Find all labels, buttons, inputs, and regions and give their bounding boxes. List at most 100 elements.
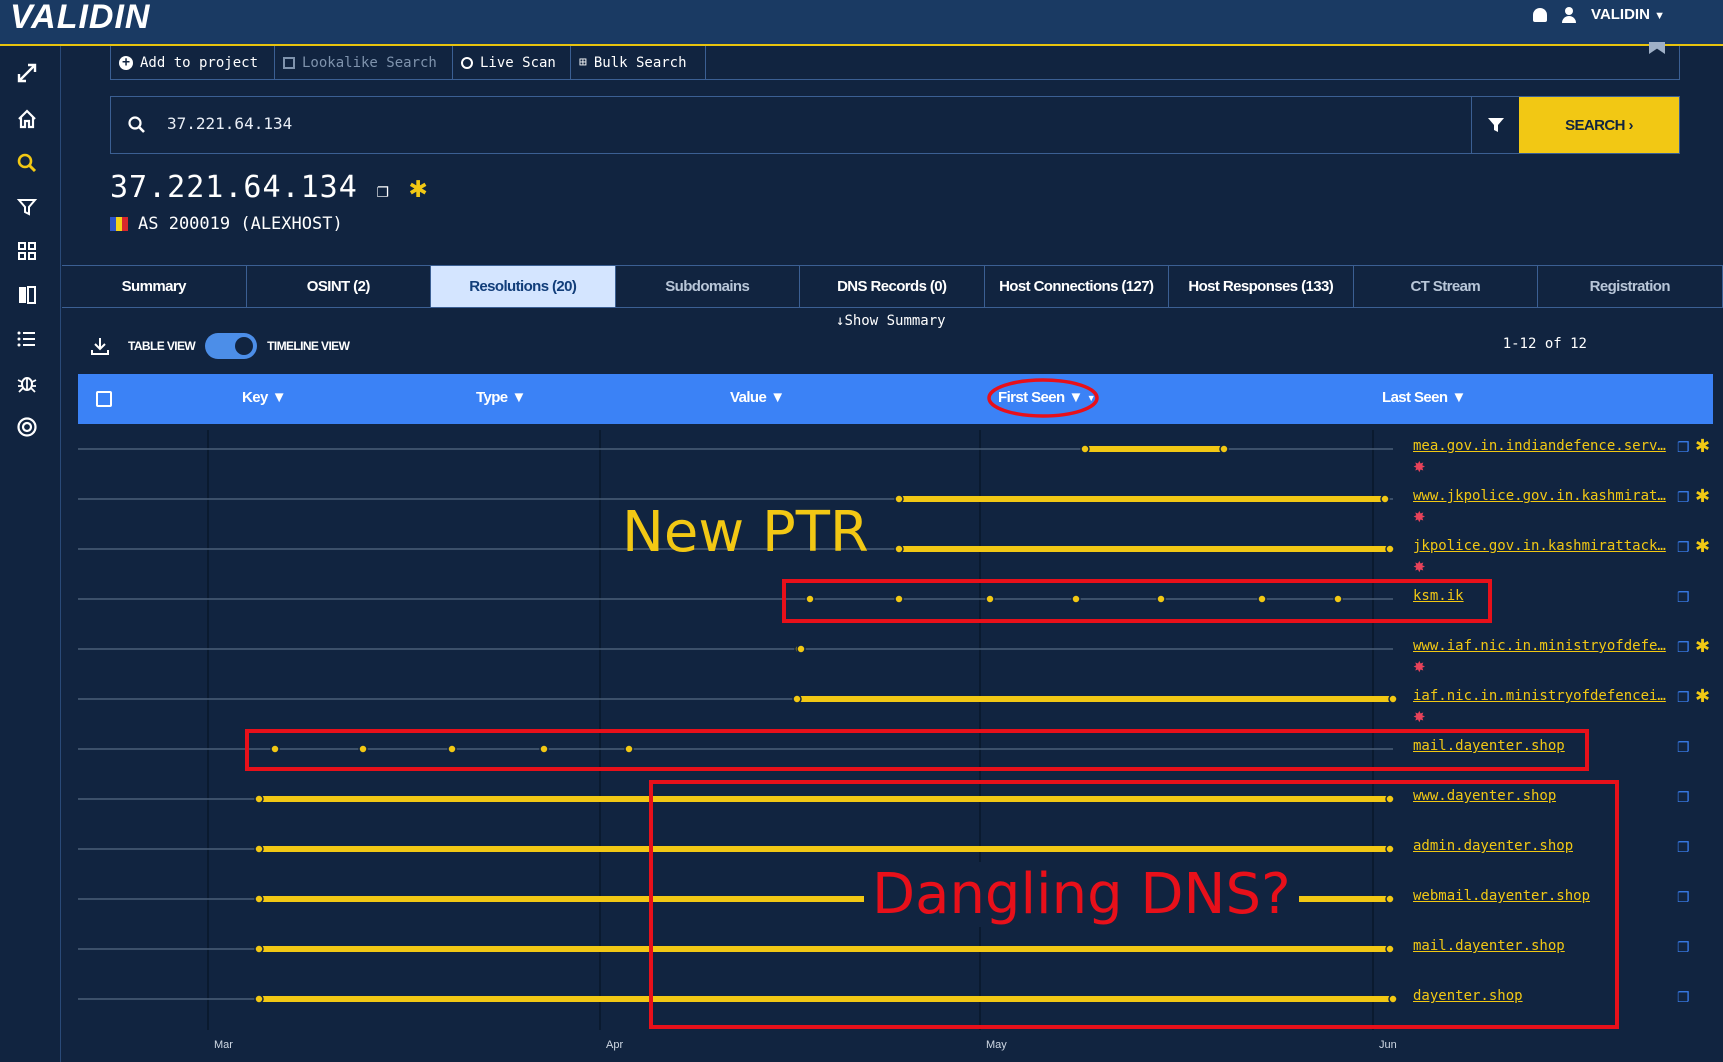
resolution-point: [254, 994, 264, 1004]
copy-icon[interactable]: ❐: [1677, 439, 1690, 456]
asn-info: AS 200019 (ALEXHOST): [110, 214, 343, 234]
resolution-point: [254, 794, 264, 804]
copy-icon[interactable]: ❐: [1677, 789, 1690, 806]
copy-icon[interactable]: ❐: [1677, 889, 1690, 906]
show-summary-button[interactable]: ↓Show Summary: [836, 313, 946, 329]
sort-desc-icon[interactable]: ▼: [1087, 393, 1096, 403]
resolution-point: [1219, 444, 1229, 454]
resolution-point: [792, 694, 802, 704]
domain-link[interactable]: dayenter.shop: [1413, 988, 1523, 1004]
copy-icon[interactable]: ❐: [1677, 989, 1690, 1006]
target-icon[interactable]: [14, 414, 40, 440]
view-toggle-switch[interactable]: [205, 333, 258, 359]
search-input[interactable]: 37.221.64.134: [167, 114, 292, 133]
threat-badge-icon: ✸: [1413, 659, 1426, 676]
domain-link[interactable]: jkpolice.gov.in.kashmirattack…: [1413, 538, 1666, 554]
expand-icon[interactable]: [14, 60, 40, 86]
search-icon: [128, 116, 145, 133]
asterisk-icon[interactable]: ✱: [409, 170, 428, 205]
filter-icon[interactable]: ▼: [1069, 389, 1084, 406]
filter-icon[interactable]: ▼: [1451, 389, 1466, 406]
domain-link[interactable]: www.dayenter.shop: [1413, 788, 1556, 804]
asterisk-icon[interactable]: ✱: [1695, 636, 1710, 657]
bell-icon[interactable]: [1533, 7, 1548, 22]
resolution-point: [1257, 594, 1267, 604]
tab-osint[interactable]: OSINT (2): [247, 266, 431, 307]
asterisk-icon[interactable]: ✱: [1695, 436, 1710, 457]
page-title: 37.221.64.134 ❐ ✱: [110, 170, 428, 205]
resolution-point: [985, 594, 995, 604]
resolution-point: [254, 894, 264, 904]
domain-link[interactable]: mail.dayenter.shop: [1413, 938, 1565, 954]
sidebar: [0, 46, 61, 1062]
live-scan-button[interactable]: Live Scan: [453, 46, 571, 79]
copy-icon[interactable]: ❐: [1677, 639, 1690, 656]
tab-summary[interactable]: Summary: [62, 266, 247, 307]
resolution-point: [1385, 944, 1395, 954]
lookalike-search-button[interactable]: Lookalike Search: [275, 46, 453, 79]
asterisk-icon[interactable]: ✱: [1695, 536, 1710, 557]
bookmark-icon[interactable]: [1649, 42, 1665, 54]
filter-icon[interactable]: ▼: [512, 389, 527, 406]
user-menu[interactable]: VALIDIN ▼: [1591, 6, 1665, 23]
column-key[interactable]: Key ▼: [242, 389, 287, 406]
search-button[interactable]: SEARCH ›: [1519, 97, 1679, 153]
copy-icon[interactable]: ❐: [1677, 739, 1690, 756]
tab-ct-stream[interactable]: CT Stream: [1354, 266, 1538, 307]
tab-subdomains[interactable]: Subdomains: [616, 266, 800, 307]
column-type[interactable]: Type ▼: [476, 389, 526, 406]
search-button-label: SEARCH: [1565, 116, 1625, 134]
tab-registration[interactable]: Registration: [1538, 266, 1723, 307]
add-to-project-button[interactable]: + Add to project: [111, 46, 275, 79]
home-icon[interactable]: [14, 106, 40, 132]
tab-host-responses[interactable]: Host Responses (133): [1169, 266, 1354, 307]
domain-link[interactable]: www.jkpolice.gov.in.kashmirat…: [1413, 488, 1666, 504]
search-filter-button[interactable]: [1471, 97, 1520, 153]
resolution-point: [254, 944, 264, 954]
list-icon[interactable]: [14, 326, 40, 352]
validin-logo[interactable]: VALIDIN: [10, 0, 150, 37]
plus-circle-icon: +: [119, 55, 133, 70]
bulk-search-label: Bulk Search: [593, 54, 687, 71]
column-first-seen[interactable]: First Seen ▼ ▼: [998, 389, 1096, 406]
bug-icon[interactable]: [14, 370, 40, 396]
resolution-point: [1385, 894, 1395, 904]
search-icon[interactable]: [14, 150, 40, 176]
download-icon[interactable]: [90, 336, 110, 356]
column-value[interactable]: Value ▼: [730, 389, 785, 406]
domain-link[interactable]: ksm.ik: [1413, 588, 1464, 604]
asn-label: AS 200019 (ALEXHOST): [138, 214, 343, 234]
copy-icon[interactable]: ❐: [1677, 539, 1690, 556]
grid-icon[interactable]: [14, 238, 40, 264]
filter-icon[interactable]: ▼: [272, 389, 287, 406]
asterisk-icon[interactable]: ✱: [1695, 486, 1710, 507]
domain-link[interactable]: admin.dayenter.shop: [1413, 838, 1573, 854]
domain-link[interactable]: www.iaf.nic.in.ministryofdefe…: [1413, 638, 1666, 654]
copy-icon[interactable]: ❐: [1677, 489, 1690, 506]
compare-icon[interactable]: [14, 282, 40, 308]
column-last-seen[interactable]: Last Seen ▼: [1382, 389, 1466, 406]
copy-icon[interactable]: ❐: [377, 178, 390, 202]
copy-icon[interactable]: ❐: [1677, 689, 1690, 706]
bulk-search-button[interactable]: ⊞ Bulk Search: [571, 46, 706, 79]
copy-icon[interactable]: ❐: [1677, 839, 1690, 856]
resolution-point: [254, 844, 264, 854]
filter-icon[interactable]: ▼: [770, 389, 785, 406]
domain-link[interactable]: webmail.dayenter.shop: [1413, 888, 1590, 904]
moldova-flag-icon: [110, 217, 128, 231]
copy-icon[interactable]: ❐: [1677, 589, 1690, 606]
tab-host-connections[interactable]: Host Connections (127): [985, 266, 1169, 307]
domain-link[interactable]: mea.gov.in.indiandefence.serv…: [1413, 438, 1666, 454]
filter-icon[interactable]: [14, 194, 40, 220]
copy-icon[interactable]: ❐: [1677, 939, 1690, 956]
live-scan-icon: [461, 56, 473, 69]
domain-link[interactable]: mail.dayenter.shop: [1413, 738, 1565, 754]
asterisk-icon[interactable]: ✱: [1695, 686, 1710, 707]
pagination-info: 1-12 of 12: [1502, 336, 1587, 352]
tab-resolutions[interactable]: Resolutions (20): [431, 266, 616, 307]
threat-badge-icon: ✸: [1413, 509, 1426, 526]
column-type-label: Type: [476, 389, 508, 406]
domain-link[interactable]: iaf.nic.in.ministryofdefencei…: [1413, 688, 1666, 704]
tab-dns-records[interactable]: DNS Records (0): [800, 266, 985, 307]
select-all-checkbox[interactable]: [96, 391, 112, 407]
